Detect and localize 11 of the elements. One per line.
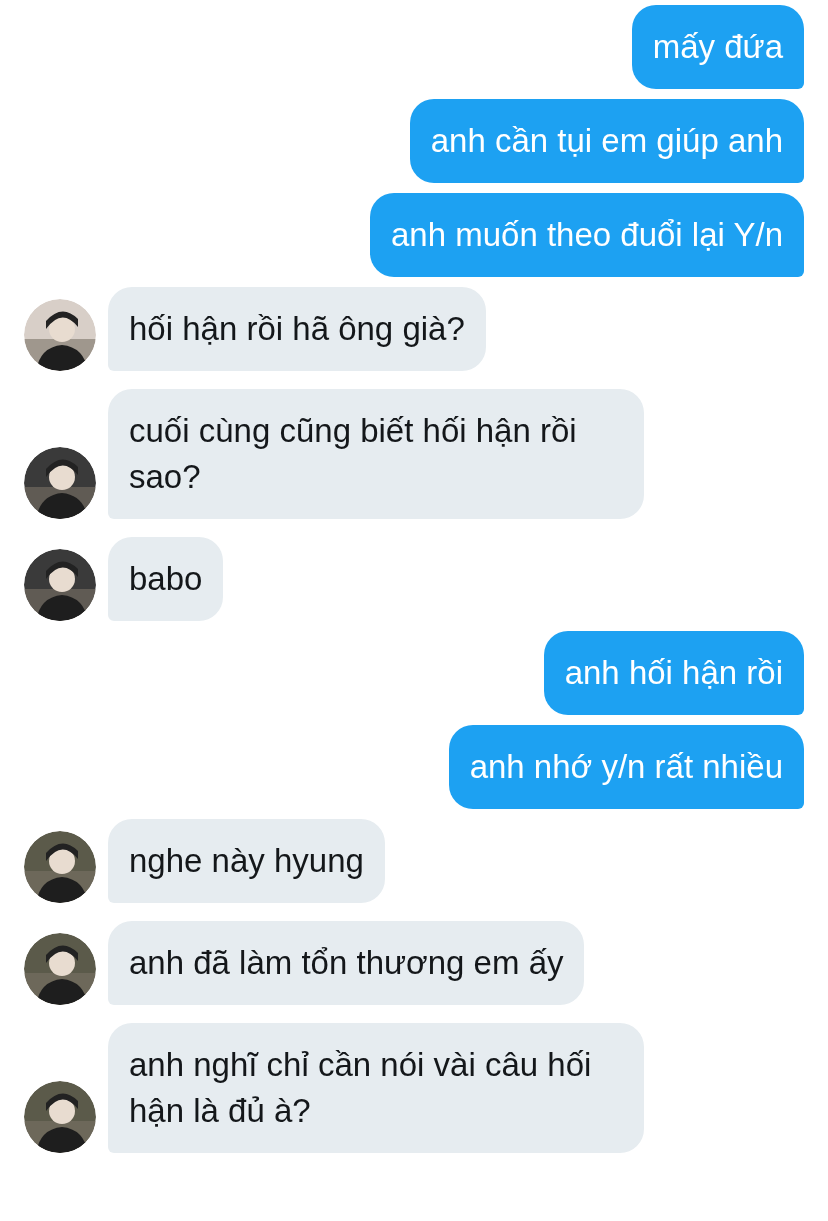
received-message-bubble: nghe này hyung xyxy=(108,819,385,903)
received-message-bubble: hối hận rồi hã ông già? xyxy=(108,287,486,371)
sent-message-bubble: anh muốn theo đuổi lại Y/n xyxy=(369,193,804,277)
sent-message-bubble: mấy đứa xyxy=(631,5,804,89)
sent-message-bubble: anh hối hận rồi xyxy=(543,631,804,715)
sent-message-bubble: anh nhớ y/n rất nhiều xyxy=(448,725,804,809)
received-message-bubble: anh nghĩ chỉ cần nói vài câu hối hận là đủ à? xyxy=(108,1023,644,1153)
sent-message-bubble: anh cần tụi em giúp anh xyxy=(409,99,804,183)
received-message-bubble: anh đã làm tổn thương em ấy xyxy=(108,921,585,1005)
received-message-bubble: cuối cùng cũng biết hối hận rồi sao? xyxy=(108,389,644,519)
received-message-bubble: babo xyxy=(108,537,224,621)
